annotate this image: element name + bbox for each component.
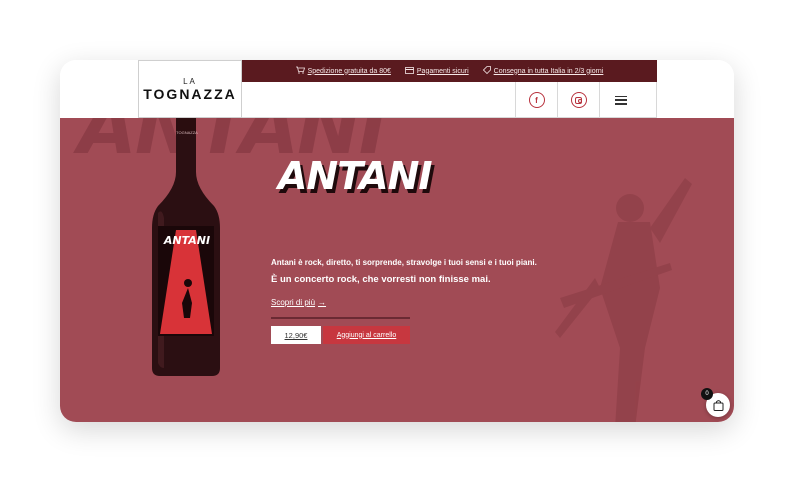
info-payments-label: Pagamenti sicuri (416, 67, 469, 75)
add-to-cart-button[interactable]: Aggiungi al carrello (323, 326, 410, 344)
discover-more-label: Scopri di più (271, 298, 316, 307)
product-price: 12,90€ (271, 326, 321, 344)
product-title: ANTANI (278, 154, 433, 198)
bottle-brand-text: TOGNAZZA (176, 130, 198, 135)
info-shipping[interactable]: Spedizione gratuita da 80€ (295, 66, 391, 76)
cart-icon (295, 66, 305, 76)
divider (271, 317, 410, 319)
instagram-icon (570, 92, 587, 108)
discover-more-link[interactable]: Scopri di più → (271, 298, 326, 307)
cart-count-badge: 0 (701, 388, 713, 400)
facebook-icon: f (528, 92, 545, 108)
tag-icon (482, 66, 491, 76)
product-description-1: Antani è rock, diretto, ti sorprende, st… (271, 258, 537, 267)
nav-row: f (242, 82, 657, 118)
arrow-right-icon: → (318, 298, 327, 307)
shopping-bag-icon (713, 400, 723, 411)
menu-button[interactable] (599, 82, 641, 118)
hamburger-menu-icon (614, 95, 627, 105)
card-icon (404, 66, 414, 76)
logo[interactable]: LA TOGNAZZA (138, 60, 242, 118)
wine-bottle-image (152, 118, 220, 376)
bottle-label-text: ANTANI (163, 234, 211, 247)
info-delivery[interactable]: Consegna in tutta Italia in 2/3 giorni (482, 66, 604, 76)
info-bar: Spedizione gratuita da 80€ Pagamenti sic… (242, 60, 657, 82)
product-description-2: È un concerto rock, che vorresti non fin… (271, 274, 491, 285)
facebook-link[interactable]: f (515, 82, 557, 118)
site-header: LA TOGNAZZA Spedizione gratuita da 80€ P… (60, 60, 734, 118)
guitarist-silhouette-image (555, 178, 692, 422)
info-delivery-label: Consegna in tutta Italia in 2/3 giorni (493, 67, 604, 75)
info-shipping-label: Spedizione gratuita da 80€ (307, 67, 391, 75)
hero-section: ANTANI ANTANI TOGNAZZA ANTANI Antani è r… (60, 118, 734, 422)
browser-frame: LA TOGNAZZA Spedizione gratuita da 80€ P… (60, 60, 734, 422)
instagram-link[interactable] (557, 82, 599, 118)
logo-small-text: LA (183, 76, 197, 86)
info-payments[interactable]: Pagamenti sicuri (404, 66, 469, 76)
logo-name: TOGNAZZA (143, 85, 237, 102)
